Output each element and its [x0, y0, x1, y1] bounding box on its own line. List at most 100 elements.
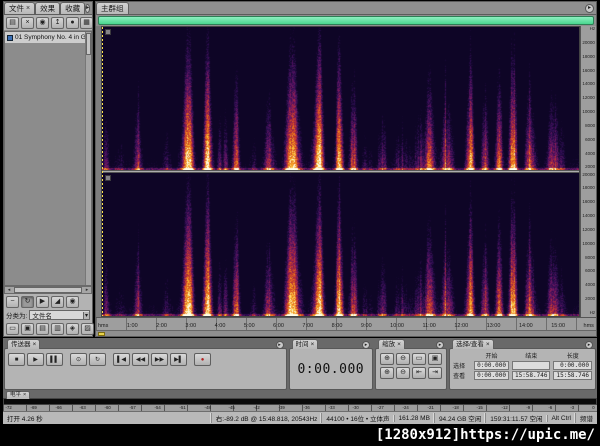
file-list-vscrollbar[interactable]	[85, 32, 91, 285]
file-list-hscrollbar[interactable]: ◂ ▸	[4, 286, 92, 294]
open-folder-icon[interactable]: ▨	[81, 322, 94, 335]
tab-level[interactable]: 电平 ×	[6, 391, 31, 399]
selection-end-field[interactable]	[511, 361, 551, 370]
panel-menu-icon[interactable]: ▸	[85, 3, 91, 13]
left-channel-spectrogram[interactable]	[102, 27, 579, 170]
go-to-beginning-button[interactable]: ▌◀	[113, 353, 130, 366]
time-display[interactable]: 0:00.000	[290, 349, 373, 389]
follow-session-icon[interactable]: ◈	[66, 322, 79, 335]
timeline-ruler[interactable]: hms 1:00 2:00 3:00 4:00 5:00 6:00 7:00 8:00 9:00 1…	[96, 317, 596, 330]
frequency-ruler[interactable]: Hz 20000 18000 16000 14000 12000 10000 8000 6000…	[580, 26, 596, 317]
close-icon[interactable]: ×	[26, 5, 30, 13]
import-file-icon[interactable]: ▤	[6, 16, 19, 29]
zoom-buttons: ⊕ ⊖ ▭ ▣ ⊕ ⊖ ⇤ ⇥	[376, 349, 446, 383]
transport-buttons: ■ ▶ ▌▌ ⊙ ↻ ▌◀ ◀◀ ▶▶ ▶▌ ●	[5, 349, 286, 370]
panel-menu-icon[interactable]: ▸	[275, 341, 284, 349]
show-audio-files-icon[interactable]: ▭	[6, 322, 19, 335]
spectrogram-column[interactable]	[101, 26, 580, 317]
edit-icon[interactable]: ~	[6, 295, 19, 308]
tab-transport[interactable]: 传送器 ×	[7, 339, 41, 349]
stop-button[interactable]: ■	[8, 353, 25, 366]
zoom-out-full-button[interactable]: ▭	[412, 353, 427, 365]
tab-time[interactable]: 时间 ×	[291, 339, 319, 349]
view-start-field[interactable]: 0:00.000	[474, 371, 509, 380]
show-video-files-icon[interactable]: ▤	[36, 322, 49, 335]
panel-menu-icon[interactable]: ▸	[585, 3, 594, 13]
close-icon[interactable]: ×	[311, 340, 315, 349]
play-looped-button[interactable]: ↻	[89, 353, 106, 366]
level-meter[interactable]	[3, 398, 597, 405]
frequency-tick: 20000	[582, 40, 595, 46]
tab-favorites[interactable]: 收藏	[60, 2, 86, 14]
selection-start-field[interactable]: 0:00.000	[474, 361, 509, 370]
right-channel-canvas[interactable]	[102, 173, 579, 316]
frequency-tick: 16000	[582, 67, 595, 74]
file-list[interactable]: 01 Symphony No. 4 in G maj	[4, 31, 92, 286]
pause-button[interactable]: ▌▌	[46, 353, 63, 366]
close-icon[interactable]: ×	[397, 340, 401, 349]
show-loop-files-icon[interactable]: ▣	[21, 322, 34, 335]
tab-selection-view[interactable]: 选择/查看 ×	[452, 339, 494, 349]
zoom-out-horizontal-button[interactable]: ⊖	[396, 353, 411, 365]
chevron-down-icon[interactable]: ▾	[82, 311, 89, 319]
status-modifiers: Alt Ctrl	[546, 414, 576, 422]
tab-favorites-label: 收藏	[65, 4, 81, 13]
scrollbar-thumb[interactable]	[14, 287, 82, 293]
zoom-in-vertical-button[interactable]: ⊕	[380, 367, 395, 379]
sort-select[interactable]: 文件名 ▾	[29, 310, 90, 320]
frequency-tick: 6000	[584, 268, 595, 275]
level-meter-scale: -72 -69 -66 -63 -60 -57 -54 -51 -48 -45 -42 -39 -36-…	[3, 405, 597, 411]
fast-forward-button[interactable]: ▶▶	[151, 353, 168, 366]
close-icon[interactable]: ×	[23, 392, 26, 399]
selection-length-field[interactable]: 0:00.000	[553, 361, 592, 370]
file-item[interactable]: 01 Symphony No. 4 in G maj	[5, 32, 91, 43]
play-from-cursor-button[interactable]: ⊙	[70, 353, 87, 366]
timeline-tick: 13:00	[486, 323, 501, 329]
panel-menu-icon[interactable]: ▸	[585, 341, 593, 349]
timeline-tick: hms	[98, 323, 109, 329]
record-button[interactable]: ●	[194, 353, 211, 366]
go-to-end-button[interactable]: ▶▌	[170, 353, 187, 366]
preview-play-button[interactable]: ▶	[36, 295, 49, 308]
zoom-navigator[interactable]	[96, 15, 596, 26]
zoom-in-horizontal-button[interactable]: ⊕	[380, 353, 395, 365]
play-button[interactable]: ▶	[27, 353, 44, 366]
scrollbar-thumb[interactable]	[86, 33, 91, 55]
tab-effects[interactable]: 效果	[35, 2, 61, 14]
import-icon[interactable]: ↥	[51, 16, 64, 29]
view-length-field[interactable]: 15:58.746	[553, 371, 592, 380]
level-scale-tick: -48	[204, 405, 211, 411]
panel-menu-icon[interactable]: ▸	[436, 341, 445, 349]
zoom-out-vertical-button[interactable]: ⊖	[396, 367, 411, 379]
tab-files[interactable]: 文件 ×	[4, 2, 36, 14]
level-scale-tick: 0	[592, 405, 595, 411]
navigator-range[interactable]	[98, 16, 594, 25]
zoom-to-selection-left-button[interactable]: ⇤	[412, 367, 427, 379]
close-file-icon[interactable]: ×	[21, 16, 34, 29]
view-end-field[interactable]: 15:58.746	[511, 371, 551, 380]
file-options-icon[interactable]: ●	[66, 16, 79, 29]
close-icon[interactable]: ×	[486, 340, 490, 349]
panel-menu-icon[interactable]: ▸	[362, 341, 371, 349]
tab-main-group[interactable]: 主群组	[96, 2, 129, 14]
close-icon[interactable]: ×	[33, 340, 37, 349]
tab-zoom[interactable]: 缩放 ×	[378, 339, 405, 349]
zoom-to-selection-button[interactable]: ▣	[428, 353, 443, 365]
spectral-display[interactable]: Hz 20000 18000 16000 14000 12000 10000 8000 6000…	[96, 26, 596, 317]
playhead[interactable]	[102, 27, 103, 316]
right-channel-spectrogram[interactable]	[102, 173, 579, 316]
insert-into-multitrack-icon[interactable]: ▦	[80, 16, 93, 29]
show-midi-files-icon[interactable]: ▥	[51, 322, 64, 335]
loop-mode-button[interactable]: ↻	[21, 295, 34, 308]
extract-cd-audio-icon[interactable]: ◉	[36, 16, 49, 29]
left-channel-canvas[interactable]	[102, 27, 579, 170]
rewind-button[interactable]: ◀◀	[132, 353, 149, 366]
scroll-right-icon[interactable]: ▸	[83, 287, 91, 294]
scroll-position-chip[interactable]	[98, 332, 105, 336]
zoom-to-selection-right-button[interactable]: ⇥	[428, 367, 443, 379]
preview-volume-icon[interactable]: ◢	[51, 295, 64, 308]
sort-select-value: 文件名	[32, 313, 52, 320]
timeline-tick: 6:00	[273, 323, 284, 329]
auto-play-knob-icon[interactable]: ◉	[66, 295, 79, 308]
scroll-left-icon[interactable]: ◂	[5, 287, 13, 294]
